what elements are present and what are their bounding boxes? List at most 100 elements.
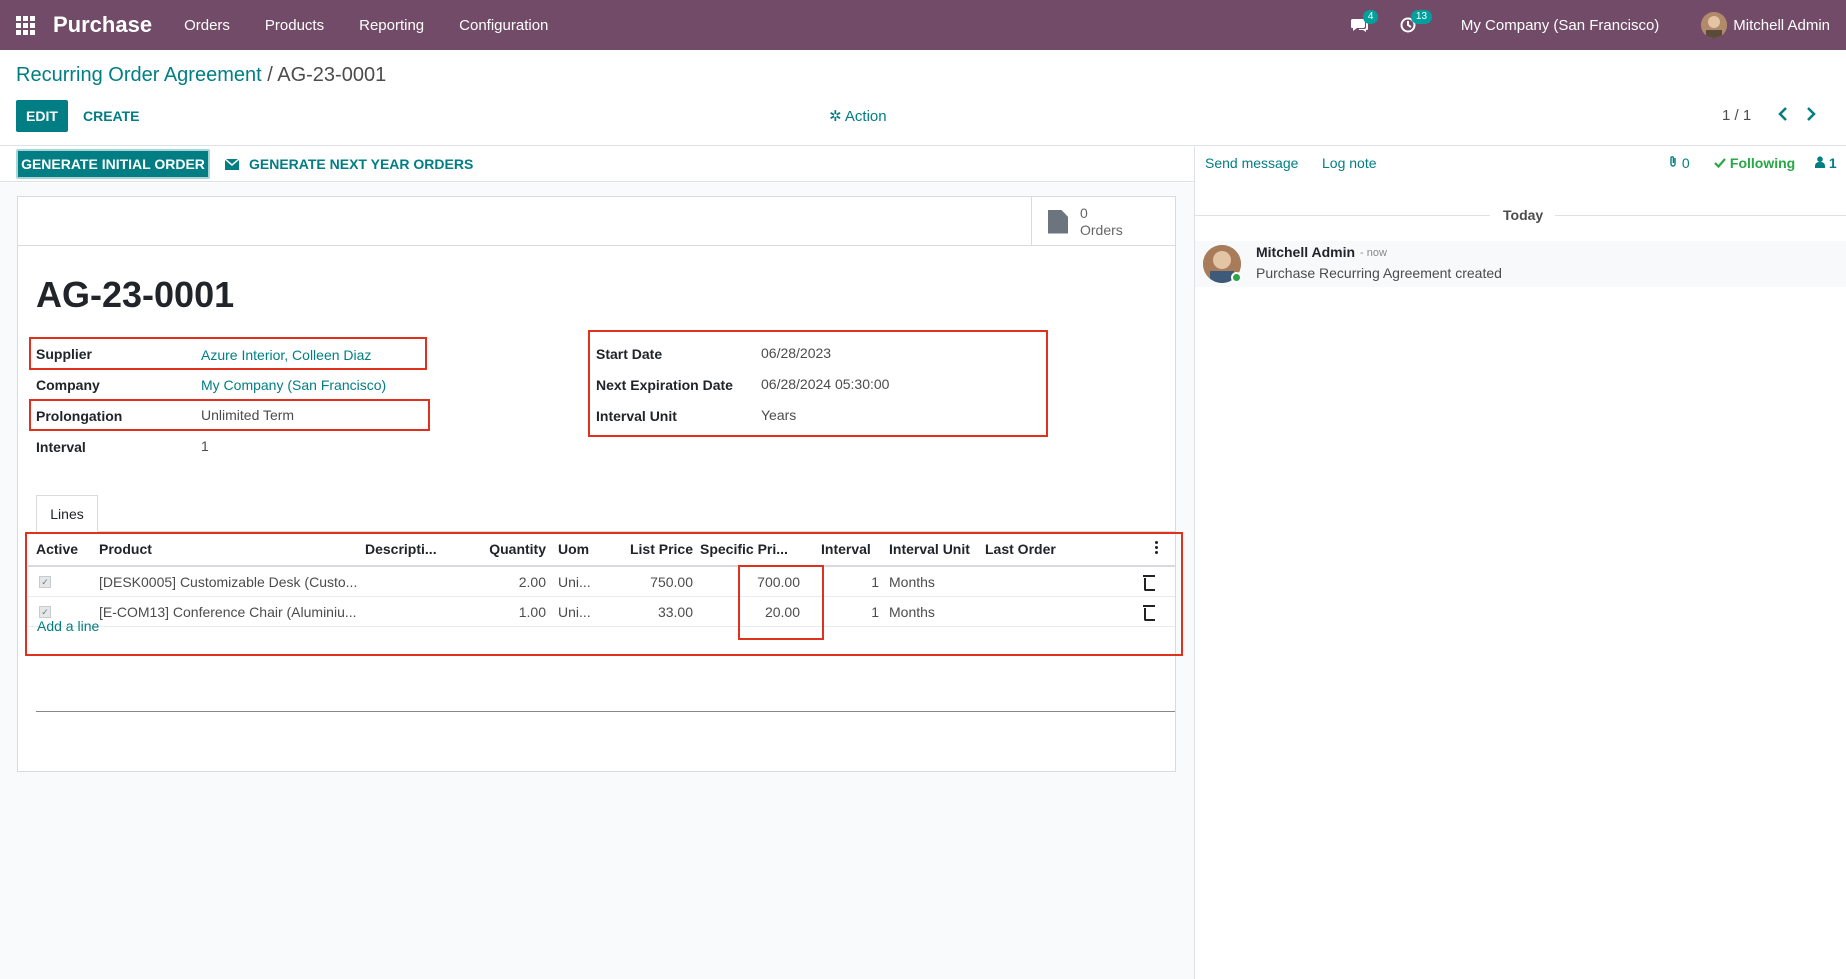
start-date-label: Start Date [596, 346, 663, 362]
optional-columns-toggle[interactable] [1155, 541, 1159, 556]
start-date-value: 06/28/2023 [761, 345, 832, 361]
online-status-icon [1231, 272, 1242, 283]
description-cell[interactable] [365, 597, 465, 627]
notes-separator [36, 711, 1175, 712]
orders-stat-button[interactable]: 0 Orders [1031, 197, 1175, 246]
menu-orders[interactable]: Orders [184, 17, 230, 34]
user-avatar [1701, 12, 1728, 38]
delete-row-button[interactable] [1143, 597, 1155, 627]
date-separator-label: Today [1503, 207, 1544, 223]
create-button[interactable]: CREATE [83, 100, 140, 132]
date-separator: Today [1195, 206, 1846, 226]
specific-price-cell[interactable]: 20.00 [700, 597, 800, 627]
breadcrumb-separator: / [261, 64, 278, 86]
check-icon [1714, 158, 1726, 169]
list-price-cell[interactable]: 33.00 [618, 597, 693, 627]
tab-bar-line [36, 531, 1175, 532]
send-message-button[interactable]: Send message [1205, 155, 1298, 171]
message-author[interactable]: Mitchell Admin [1256, 244, 1355, 260]
delete-row-button[interactable] [1143, 567, 1155, 597]
chatter-message: Mitchell Admin - now Purchase Recurring … [1195, 241, 1846, 287]
list-price-cell[interactable]: 750.00 [618, 567, 693, 597]
user-name: Mitchell Admin [1733, 16, 1830, 34]
product-cell[interactable]: [E-COM13] Conference Chair (Aluminiu... [99, 597, 361, 627]
pager-previous-button[interactable] [1778, 104, 1788, 127]
action-menu-button[interactable]: ✲ Action [829, 107, 887, 125]
description-cell[interactable] [365, 567, 465, 597]
form-statusbar: GENERATE INITIAL ORDER GENERATE NEXT YEA… [0, 146, 1194, 182]
interval-cell[interactable]: 1 [821, 597, 879, 627]
next-expiration-date-label: Next Expiration Date [596, 377, 733, 393]
company-value[interactable]: My Company (San Francisco) [201, 377, 386, 393]
quantity-cell[interactable]: 1.00 [483, 597, 546, 627]
breadcrumb-parent-link[interactable]: Recurring Order Agreement [16, 64, 262, 86]
paperclip-icon [1670, 156, 1676, 167]
interval-unit-value: Years [761, 407, 797, 423]
form-sheet: 0 Orders AG-23-0001 Supplier Azure Inter… [17, 196, 1176, 772]
document-icon [1048, 209, 1068, 234]
trash-icon [1143, 605, 1155, 621]
activities-button[interactable]: 13 [1393, 0, 1433, 50]
chevron-left-icon [1778, 107, 1787, 121]
generate-initial-order-button[interactable]: GENERATE INITIAL ORDER [16, 149, 210, 179]
col-header-specific-price[interactable]: Specific Pri... [700, 535, 788, 563]
col-header-list-price[interactable]: List Price [618, 535, 693, 563]
prolongation-label: Prolongation [36, 408, 123, 424]
following-label: Following [1729, 155, 1796, 171]
orders-count: 0 [1080, 204, 1088, 221]
table-row[interactable]: ✓ [DESK0005] Customizable Desk (Custo...… [28, 567, 1175, 597]
followers-count: 1 [1828, 155, 1837, 171]
log-note-button[interactable]: Log note [1322, 155, 1377, 171]
top-navbar: Purchase Orders Products Reporting Confi… [0, 0, 1846, 50]
menu-reporting[interactable]: Reporting [359, 17, 424, 34]
active-checkbox[interactable]: ✓ [39, 567, 51, 597]
next-expiration-date-value: 06/28/2024 05:30:00 [761, 376, 890, 392]
col-header-active[interactable]: Active [36, 535, 78, 563]
edit-button[interactable]: EDIT [16, 100, 68, 132]
apps-menu-icon[interactable] [0, 0, 50, 50]
message-date: - now [1360, 247, 1387, 259]
tab-lines[interactable]: Lines [36, 495, 98, 532]
supplier-value[interactable]: Azure Interior, Colleen Diaz [201, 347, 371, 363]
uom-cell[interactable]: Uni... [558, 597, 608, 627]
user-icon [1815, 156, 1825, 168]
user-menu[interactable]: Mitchell Admin [1701, 12, 1830, 38]
messages-button[interactable]: 4 [1345, 0, 1379, 50]
generate-next-label: GENERATE NEXT YEAR ORDERS [249, 156, 474, 172]
interval-unit-cell[interactable]: Months [889, 567, 979, 597]
generate-next-year-orders-button[interactable]: GENERATE NEXT YEAR ORDERS [225, 149, 473, 179]
company-switcher[interactable]: My Company (San Francisco) [1461, 17, 1659, 34]
messages-badge: 4 [1362, 10, 1379, 24]
interval-unit-cell[interactable]: Months [889, 597, 979, 627]
menu-products[interactable]: Products [265, 17, 324, 34]
interval-unit-label: Interval Unit [596, 408, 677, 424]
following-button[interactable]: Following [1714, 155, 1795, 171]
last-order-cell[interactable] [985, 597, 1105, 627]
followers-button[interactable]: 1 [1815, 155, 1837, 171]
add-line-link[interactable]: Add a line [37, 618, 99, 634]
col-header-interval-unit[interactable]: Interval Unit [889, 535, 970, 563]
product-cell[interactable]: [DESK0005] Customizable Desk (Custo... [99, 567, 361, 597]
interval-cell[interactable]: 1 [821, 567, 879, 597]
attachments-button[interactable]: 0 [1668, 155, 1690, 171]
table-row[interactable]: ✓ [E-COM13] Conference Chair (Aluminiu..… [28, 597, 1175, 627]
last-order-cell[interactable] [985, 567, 1105, 597]
col-header-quantity[interactable]: Quantity [483, 535, 546, 563]
attachments-count: 0 [1681, 155, 1690, 171]
col-header-uom[interactable]: Uom [558, 535, 589, 563]
quantity-cell[interactable]: 2.00 [483, 567, 546, 597]
menu-configuration[interactable]: Configuration [459, 17, 548, 34]
message-body: Purchase Recurring Agreement created [1256, 265, 1502, 281]
record-title: AG-23-0001 [36, 274, 235, 315]
specific-price-cell[interactable]: 700.00 [700, 567, 800, 597]
col-header-description[interactable]: Descripti... [365, 535, 437, 563]
uom-cell[interactable]: Uni... [558, 567, 608, 597]
col-header-last-order[interactable]: Last Order [985, 535, 1056, 563]
trash-icon [1143, 575, 1155, 591]
col-header-interval[interactable]: Interval [821, 535, 871, 563]
chatter-panel: Send message Log note 0 Following 1 Toda… [1194, 146, 1846, 979]
col-header-product[interactable]: Product [99, 535, 152, 563]
pager-value[interactable]: 1 / 1 [1722, 107, 1751, 124]
pager-next-button[interactable] [1806, 104, 1816, 127]
app-name[interactable]: Purchase [53, 12, 152, 38]
